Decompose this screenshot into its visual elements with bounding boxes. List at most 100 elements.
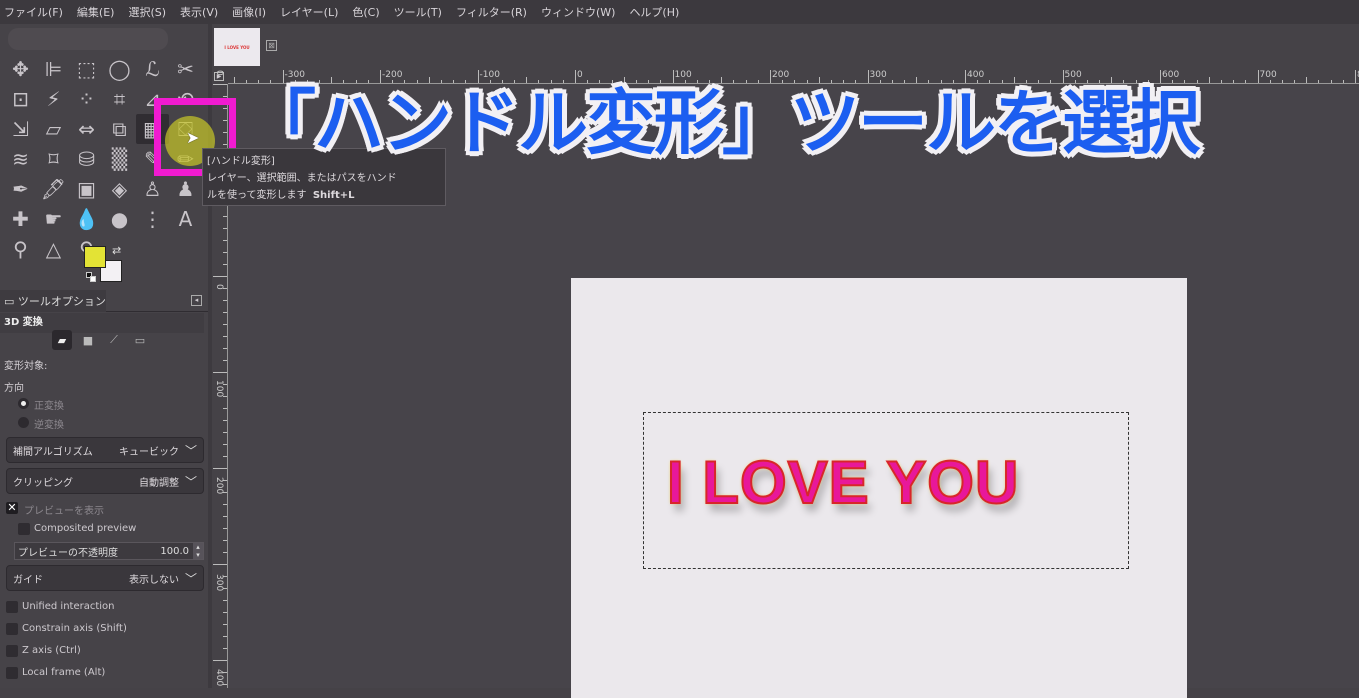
airbrush-icon[interactable]: ✒ bbox=[4, 174, 37, 204]
ruler-tick bbox=[223, 636, 227, 637]
layer-mode-icon[interactable]: ▰ bbox=[52, 330, 72, 350]
chevron-down-icon: ﹀ bbox=[184, 443, 197, 458]
composited-preview-label: Composited preview bbox=[34, 523, 137, 534]
ruler-label: 100 bbox=[214, 380, 224, 398]
ruler-tick bbox=[223, 552, 227, 553]
heal-clone-icon[interactable]: ♟ bbox=[169, 174, 202, 204]
foreground-color[interactable] bbox=[84, 246, 106, 268]
ruler-tick bbox=[1294, 80, 1296, 83]
ruler-tick bbox=[223, 264, 227, 265]
menu-item[interactable]: フィルター(R) bbox=[456, 4, 527, 20]
ruler-tick bbox=[223, 600, 227, 601]
heal-icon[interactable]: ✚ bbox=[4, 204, 37, 234]
shear-icon[interactable]: ▱ bbox=[37, 114, 70, 144]
ellipse-select-icon[interactable]: ◯ bbox=[103, 54, 136, 84]
menu-bar: ファイル(F) 編集(E) 選択(S) 表示(V) 画像(I) レイヤー(L) 色(C) ツー… bbox=[0, 0, 1359, 24]
ruler-tick bbox=[223, 360, 227, 361]
3d-transform-icon[interactable]: ⧉ bbox=[103, 114, 136, 144]
warp-icon[interactable]: ≋ bbox=[4, 144, 37, 174]
swap-colors-icon[interactable]: ⇄ bbox=[112, 244, 121, 257]
image-mode-icon[interactable]: ▭ bbox=[130, 330, 150, 350]
scale-icon[interactable]: ⇲ bbox=[4, 114, 37, 144]
flip-icon[interactable]: ⇔ bbox=[70, 114, 103, 144]
local-frame-checkbox[interactable] bbox=[6, 667, 18, 679]
ruler-tick bbox=[1257, 70, 1259, 83]
free-select-icon[interactable]: ℒ bbox=[136, 54, 169, 84]
unified-interaction-label: Unified interaction bbox=[22, 601, 115, 612]
paths-icon[interactable]: ⋮ bbox=[136, 204, 169, 234]
chevron-down-icon: ﹀ bbox=[184, 474, 197, 489]
menu-item[interactable]: 表示(V) bbox=[180, 4, 218, 20]
close-tab-icon[interactable]: ⊠ bbox=[266, 40, 277, 51]
smudge-icon[interactable]: ☛ bbox=[37, 204, 70, 234]
image-tab-thumbnail[interactable]: I LOVE YOU bbox=[214, 28, 260, 66]
crop-icon[interactable]: ⌗ bbox=[103, 84, 136, 114]
forward-label: 正変換 bbox=[34, 401, 64, 412]
rect-select-icon[interactable]: ⬚ bbox=[70, 54, 103, 84]
ruler-tick bbox=[223, 240, 227, 241]
tooltip-line1: レイヤー、選択範囲、またはパスをハンド bbox=[207, 173, 397, 184]
ruler-label: 100 bbox=[674, 70, 692, 80]
preview-opacity-spinner[interactable]: プレビューの不透明度 100.0 ▴ ▾ bbox=[14, 542, 204, 560]
ruler-tick bbox=[1245, 80, 1247, 83]
interpolation-select[interactable]: 補間アルゴリズム キュービック ﹀ bbox=[6, 437, 204, 463]
fuzzy-select-icon[interactable]: ⚡ bbox=[37, 84, 70, 114]
scissors-icon[interactable]: ✂ bbox=[169, 54, 202, 84]
constrain-axis-checkbox[interactable] bbox=[6, 623, 18, 635]
radio-forward[interactable] bbox=[18, 398, 29, 409]
gradient-icon[interactable]: ▒ bbox=[103, 144, 136, 174]
chevron-down-icon: ﹀ bbox=[184, 571, 197, 586]
clipping-select[interactable]: クリッピング 自動調整 ﹀ bbox=[6, 468, 204, 494]
annotation-caption: 「ハンドル変形」ツールを選択 bbox=[246, 82, 1200, 164]
ruler-label: 0 bbox=[214, 70, 224, 76]
foreground-select-icon[interactable]: ⊡ bbox=[4, 84, 37, 114]
tooltip-shortcut: Shift+L bbox=[312, 190, 355, 201]
eraser-icon[interactable]: ◈ bbox=[103, 174, 136, 204]
path-mode-icon[interactable]: ⟋ bbox=[104, 330, 124, 350]
blur-icon[interactable]: 💧 bbox=[70, 204, 103, 234]
menu-item[interactable]: 色(C) bbox=[352, 4, 379, 20]
configure-tab-icon[interactable]: ◂ bbox=[191, 295, 202, 306]
ruler-tick bbox=[1281, 80, 1283, 83]
perspective-icon[interactable]: ⌑ bbox=[37, 144, 70, 174]
menu-item[interactable]: ウィンドウ(W) bbox=[541, 4, 615, 20]
align-tool-icon[interactable]: ⊫ bbox=[37, 54, 70, 84]
radio-backward[interactable] bbox=[18, 417, 29, 428]
ruler-tick bbox=[223, 312, 227, 313]
clipping-label: クリッピング bbox=[13, 477, 73, 489]
show-preview-checkbox[interactable]: ✕ bbox=[6, 502, 18, 514]
ink-icon[interactable]: 🖋 bbox=[37, 174, 70, 204]
direction-label: 方向 bbox=[4, 383, 24, 394]
ruler-tick bbox=[213, 276, 227, 277]
menu-item[interactable]: ファイル(F) bbox=[4, 4, 63, 20]
clipping-value: 自動調整 bbox=[138, 477, 179, 489]
z-axis-checkbox[interactable] bbox=[6, 645, 18, 657]
selection-mode-icon[interactable]: ■ bbox=[78, 330, 98, 350]
color-picker-icon[interactable]: ⚲ bbox=[4, 234, 37, 264]
menu-item[interactable]: レイヤー(L) bbox=[280, 4, 338, 20]
dodge-burn-icon[interactable]: ● bbox=[103, 204, 136, 234]
clone-icon[interactable]: ♙ bbox=[136, 174, 169, 204]
menu-item[interactable]: ヘルプ(H) bbox=[629, 4, 679, 20]
menu-item[interactable]: 編集(E) bbox=[77, 4, 115, 20]
thumbnail-text: I LOVE YOU bbox=[224, 44, 250, 50]
composited-preview-checkbox[interactable] bbox=[18, 523, 30, 535]
ruler-tick bbox=[223, 336, 227, 337]
bucket-fill-icon[interactable]: ⛁ bbox=[70, 144, 103, 174]
ruler-tick bbox=[223, 420, 227, 421]
mypaint-icon[interactable]: ▣ bbox=[70, 174, 103, 204]
measure-icon[interactable]: △ bbox=[37, 234, 70, 264]
move-tool-icon[interactable]: ✥ bbox=[4, 54, 37, 84]
menu-item[interactable]: ツール(T) bbox=[394, 4, 442, 20]
reset-colors-icon[interactable] bbox=[86, 272, 96, 282]
color-select-icon[interactable]: ⁘ bbox=[70, 84, 103, 114]
unified-interaction-checkbox[interactable] bbox=[6, 601, 18, 613]
guides-select[interactable]: ガイド 表示しない ﹀ bbox=[6, 565, 204, 591]
text-tool-icon[interactable]: A bbox=[169, 204, 202, 234]
menu-item[interactable]: 選択(S) bbox=[128, 4, 166, 20]
ruler-tick bbox=[223, 408, 227, 409]
mouse-cursor-icon: ➤ bbox=[186, 128, 200, 147]
tab-tool-options[interactable]: ▭ ツールオプション bbox=[0, 290, 106, 312]
spinner-arrows-icon[interactable]: ▴ ▾ bbox=[193, 543, 203, 559]
menu-item[interactable]: 画像(I) bbox=[232, 4, 266, 20]
